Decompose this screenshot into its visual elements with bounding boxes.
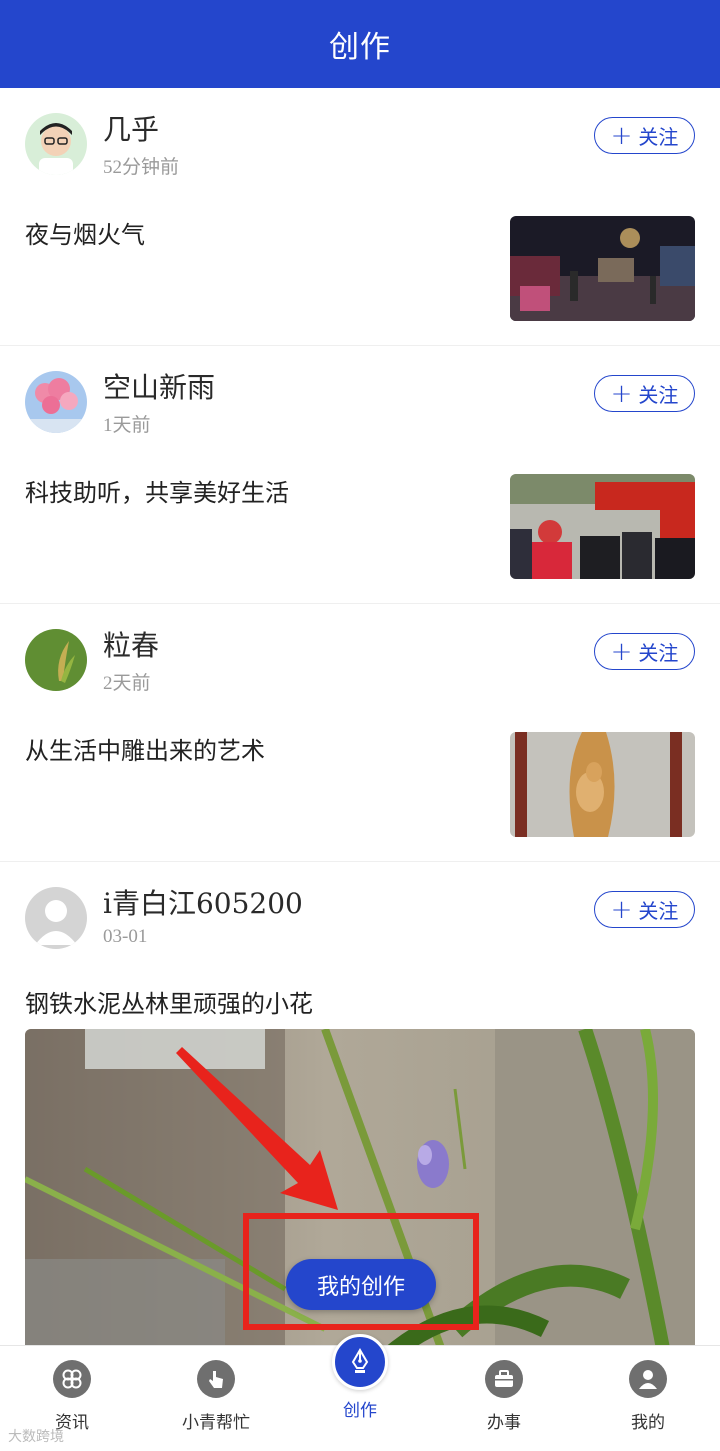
tab-label: 小青帮忙 bbox=[182, 1413, 250, 1433]
plus-icon: + bbox=[610, 378, 633, 409]
feed-list[interactable]: 几乎 52分钟前 + 关注 夜与烟火气 空山新雨 1天前 + 关注 科技助听，共… bbox=[0, 88, 720, 1382]
plus-icon: + bbox=[610, 636, 633, 667]
clover-icon bbox=[53, 1360, 91, 1398]
plus-icon: + bbox=[610, 894, 633, 925]
follow-button[interactable]: + 关注 bbox=[594, 375, 695, 412]
post-time: 2天前 bbox=[103, 673, 151, 694]
highlight-box bbox=[243, 1213, 479, 1330]
page-title: 创作 bbox=[329, 30, 391, 65]
follow-button[interactable]: + 关注 bbox=[594, 891, 695, 928]
author-name[interactable]: 几乎 bbox=[103, 108, 159, 148]
post-title[interactable]: 科技助听，共享美好生活 bbox=[25, 473, 289, 508]
post-title[interactable]: 夜与烟火气 bbox=[25, 215, 145, 250]
app-header: 创作 bbox=[0, 0, 720, 88]
post-time: 52分钟前 bbox=[103, 157, 180, 178]
avatar[interactable] bbox=[25, 371, 87, 433]
avatar[interactable] bbox=[25, 887, 87, 949]
post-thumbnail[interactable] bbox=[510, 474, 695, 579]
feed-post[interactable]: 粒春 2天前 + 关注 从生活中雕出来的艺术 bbox=[0, 604, 720, 862]
plus-icon: + bbox=[610, 120, 633, 151]
author-name[interactable]: 粒春 bbox=[103, 624, 159, 664]
avatar[interactable] bbox=[25, 629, 87, 691]
tab-label: 创作 bbox=[343, 1401, 377, 1421]
briefcase-icon bbox=[485, 1360, 523, 1398]
post-thumbnail[interactable] bbox=[510, 216, 695, 321]
follow-label: 关注 bbox=[638, 383, 679, 407]
post-thumbnail[interactable] bbox=[510, 732, 695, 837]
person-icon bbox=[629, 1360, 667, 1398]
tab-label: 办事 bbox=[487, 1413, 521, 1433]
tab-me[interactable]: 我的 bbox=[576, 1346, 720, 1451]
bottom-tab-bar: 资讯 小青帮忙 创作 办事 我的 bbox=[0, 1334, 720, 1451]
follow-label: 关注 bbox=[638, 125, 679, 149]
author-name[interactable]: i青白江605200 bbox=[103, 882, 303, 922]
follow-button[interactable]: + 关注 bbox=[594, 117, 695, 154]
tab-label: 我的 bbox=[631, 1413, 665, 1433]
avatar[interactable] bbox=[25, 113, 87, 175]
feed-post[interactable]: 空山新雨 1天前 + 关注 科技助听，共享美好生活 bbox=[0, 346, 720, 604]
tab-help[interactable]: 小青帮忙 bbox=[144, 1346, 288, 1451]
feed-post[interactable]: 几乎 52分钟前 + 关注 夜与烟火气 bbox=[0, 88, 720, 346]
pen-nib-icon bbox=[332, 1334, 388, 1390]
hand-icon bbox=[197, 1360, 235, 1398]
follow-button[interactable]: + 关注 bbox=[594, 633, 695, 670]
annotation-arrow-icon bbox=[176, 1047, 338, 1210]
author-name[interactable]: 空山新雨 bbox=[103, 366, 215, 406]
follow-label: 关注 bbox=[638, 899, 679, 923]
post-time: 03-01 bbox=[103, 926, 148, 947]
tab-create[interactable]: 创作 bbox=[288, 1334, 432, 1451]
tab-services[interactable]: 办事 bbox=[432, 1346, 576, 1451]
post-title[interactable]: 钢铁水泥丛林里顽强的小花 bbox=[25, 984, 313, 1019]
follow-label: 关注 bbox=[638, 641, 679, 665]
post-title[interactable]: 从生活中雕出来的艺术 bbox=[25, 731, 265, 766]
watermark: 大数跨境 bbox=[8, 1429, 64, 1445]
post-time: 1天前 bbox=[103, 415, 151, 436]
